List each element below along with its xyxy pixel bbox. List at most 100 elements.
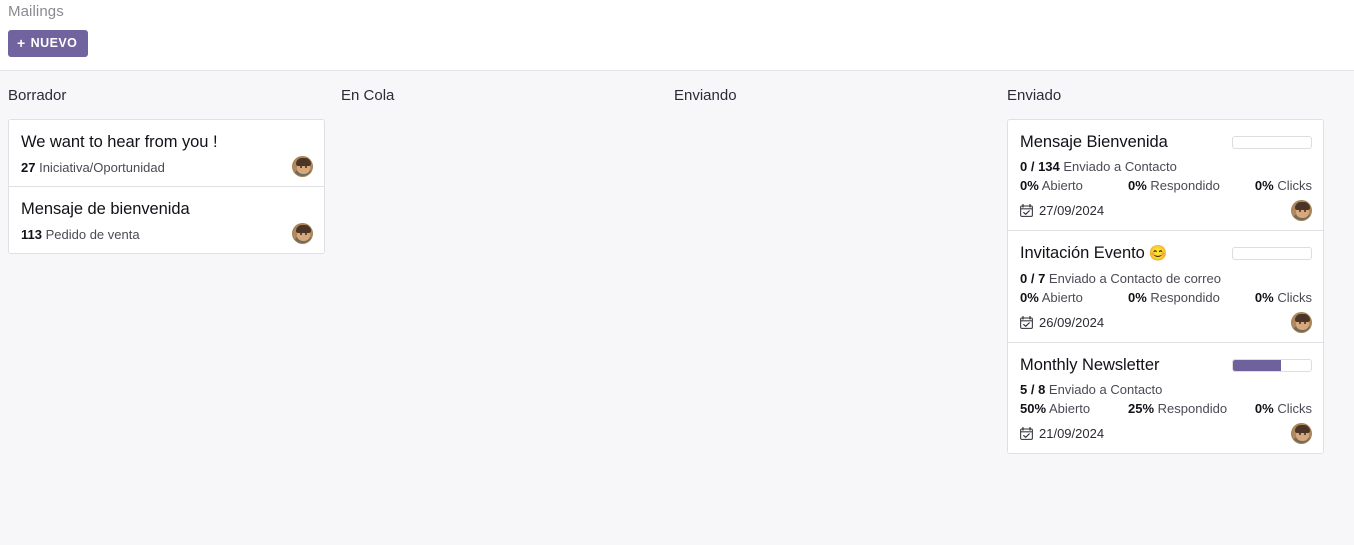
card-title-row: Mensaje Bienvenida (1020, 129, 1312, 155)
kanban-card[interactable]: We want to hear from you ! 27 Iniciativa/… (9, 120, 324, 187)
card-date: 26/09/2024 (1020, 314, 1104, 332)
card-meta-row: 113 Pedido de venta (21, 223, 313, 244)
card-title-row: Invitación Evento 😊 (1020, 240, 1312, 267)
stat-replied-value: 25% (1128, 401, 1155, 416)
card-date-text: 26/09/2024 (1039, 314, 1105, 330)
card-stats-row: 0% Abierto 0% Respondido 0% Clicks (1020, 176, 1312, 195)
header-divider (0, 70, 1354, 71)
calendar-check-icon (1020, 204, 1033, 217)
stat-clicks-value: 0% (1254, 290, 1274, 305)
stat-clicks: 0% Clicks (1252, 176, 1312, 195)
record-model-label: Iniciativa/Oportunidad (39, 160, 165, 175)
card-record-count: 113 Pedido de venta (21, 225, 140, 244)
card-title-row: We want to hear from you ! (21, 129, 313, 155)
smiling-face-icon: 😊 (1144, 245, 1168, 262)
card-date-text: 27/09/2024 (1039, 202, 1105, 218)
stat-replied-value: 0% (1128, 290, 1147, 305)
card-sent-count: 5 / 8 Enviado a Contacto (1020, 380, 1312, 399)
stat-replied-label: Respondido (1150, 290, 1220, 305)
stat-opened-value: 0% (1020, 178, 1039, 193)
stat-replied: 0% Respondido (1128, 288, 1252, 307)
stat-opened: 0% Abierto (1020, 176, 1128, 195)
column-title-enviando[interactable]: Enviando (674, 71, 991, 119)
kanban-column-en-cola: En Cola (333, 71, 666, 119)
stat-clicks-label: Clicks (1277, 178, 1312, 193)
user-avatar (292, 156, 313, 177)
progress-bar-fill (1233, 359, 1282, 371)
kanban-board: Borrador We want to hear from you ! 27 Ini… (0, 71, 1354, 545)
plus-icon: + (17, 34, 26, 51)
kanban-column-borrador: Borrador We want to hear from you ! 27 Ini… (0, 71, 333, 254)
stat-replied: 25% Respondido (1128, 399, 1252, 418)
card-title: Mensaje Bienvenida (1020, 129, 1168, 155)
sent-count-label: Enviado a Contacto de correo (1048, 271, 1221, 286)
record-model-label: Pedido de venta (45, 227, 140, 242)
card-sent-count: 0 / 7 Enviado a Contacto de correo (1020, 269, 1312, 288)
card-footer: 21/09/2024 (1020, 423, 1312, 444)
progress-bar (1232, 247, 1312, 260)
new-button[interactable]: + NUEVO (8, 30, 89, 57)
stat-clicks-label: Clicks (1277, 401, 1312, 416)
card-title-text: Mensaje Bienvenida (1020, 133, 1168, 151)
card-stats-row: 0% Abierto 0% Respondido 0% Clicks (1020, 288, 1312, 307)
stat-opened-value: 0% (1020, 290, 1039, 305)
sent-count-label: Enviado a Contacto (1063, 159, 1177, 174)
card-group: We want to hear from you ! 27 Iniciativa/… (8, 119, 325, 254)
user-avatar (292, 223, 313, 244)
stat-clicks-value: 0% (1254, 401, 1274, 416)
card-title-row: Mensaje de bienvenida (21, 196, 313, 222)
kanban-column-enviado: Enviado Mensaje Bienvenida 0 / 134 Enviado… (999, 71, 1332, 454)
card-date: 27/09/2024 (1020, 202, 1104, 220)
stat-clicks: 0% Clicks (1252, 399, 1312, 418)
card-title-text: We want to hear from you ! (21, 133, 218, 151)
stat-opened: 50% Abierto (1020, 399, 1128, 418)
stat-opened-value: 50% (1020, 401, 1047, 416)
control-panel: Mailings + NUEVO (0, 0, 1354, 71)
card-meta-row: 27 Iniciativa/Oportunidad (21, 156, 313, 177)
kanban-column-enviando: Enviando (666, 71, 999, 119)
column-title-enviado[interactable]: Enviado (1007, 71, 1324, 119)
new-button-label: NUEVO (30, 36, 78, 50)
progress-bar (1232, 358, 1312, 372)
user-avatar (1291, 200, 1312, 221)
card-title: Mensaje de bienvenida (21, 196, 190, 222)
kanban-card[interactable]: Mensaje de bienvenida 113 Pedido de venta (9, 187, 324, 253)
stat-opened: 0% Abierto (1020, 288, 1128, 307)
stat-replied-label: Respondido (1157, 401, 1228, 416)
card-title-text: Mensaje de bienvenida (21, 200, 190, 218)
sent-count-value: 0 / 7 (1020, 271, 1046, 286)
card-stats-row: 50% Abierto 25% Respondido 0% Clicks (1020, 399, 1312, 418)
progress-bar (1232, 135, 1312, 149)
card-title: We want to hear from you ! (21, 129, 218, 155)
card-sent-count: 0 / 134 Enviado a Contacto (1020, 157, 1312, 176)
card-date-text: 21/09/2024 (1039, 425, 1105, 441)
sent-count-value: 5 / 8 (1020, 382, 1046, 397)
card-title: Monthly Newsletter (1020, 352, 1159, 378)
sent-count-label: Enviado a Contacto (1048, 382, 1163, 397)
card-group: Mensaje Bienvenida 0 / 134 Enviado a Cont… (1007, 119, 1324, 454)
card-title-text: Invitación Evento (1020, 244, 1145, 262)
calendar-check-icon (1020, 316, 1033, 329)
card-record-count: 27 Iniciativa/Oportunidad (21, 158, 165, 177)
card-title-row: Monthly Newsletter (1020, 352, 1312, 378)
record-count-value: 113 (21, 227, 42, 242)
breadcrumb[interactable]: Mailings (8, 0, 1346, 22)
card-title-text: Monthly Newsletter (1020, 356, 1160, 374)
stat-opened-label: Abierto (1041, 290, 1083, 305)
user-avatar (1291, 423, 1312, 444)
kanban-card[interactable]: Invitación Evento 😊 0 / 7 Enviado a Conta… (1008, 231, 1323, 343)
kanban-card[interactable]: Monthly Newsletter 5 / 8 Enviado a Contac… (1008, 343, 1323, 453)
sent-count-value: 0 / 134 (1020, 159, 1060, 174)
card-footer: 26/09/2024 (1020, 312, 1312, 333)
column-title-en-cola[interactable]: En Cola (341, 71, 658, 119)
column-title-borrador[interactable]: Borrador (8, 71, 325, 119)
stat-replied-label: Respondido (1150, 178, 1220, 193)
stat-opened-label: Abierto (1041, 178, 1083, 193)
stat-clicks-label: Clicks (1277, 290, 1312, 305)
calendar-check-icon (1020, 427, 1033, 440)
kanban-card[interactable]: Mensaje Bienvenida 0 / 134 Enviado a Cont… (1008, 120, 1323, 231)
user-avatar (1291, 312, 1312, 333)
stat-opened-label: Abierto (1048, 401, 1091, 416)
stat-clicks-value: 0% (1254, 178, 1274, 193)
card-date: 21/09/2024 (1020, 425, 1104, 443)
